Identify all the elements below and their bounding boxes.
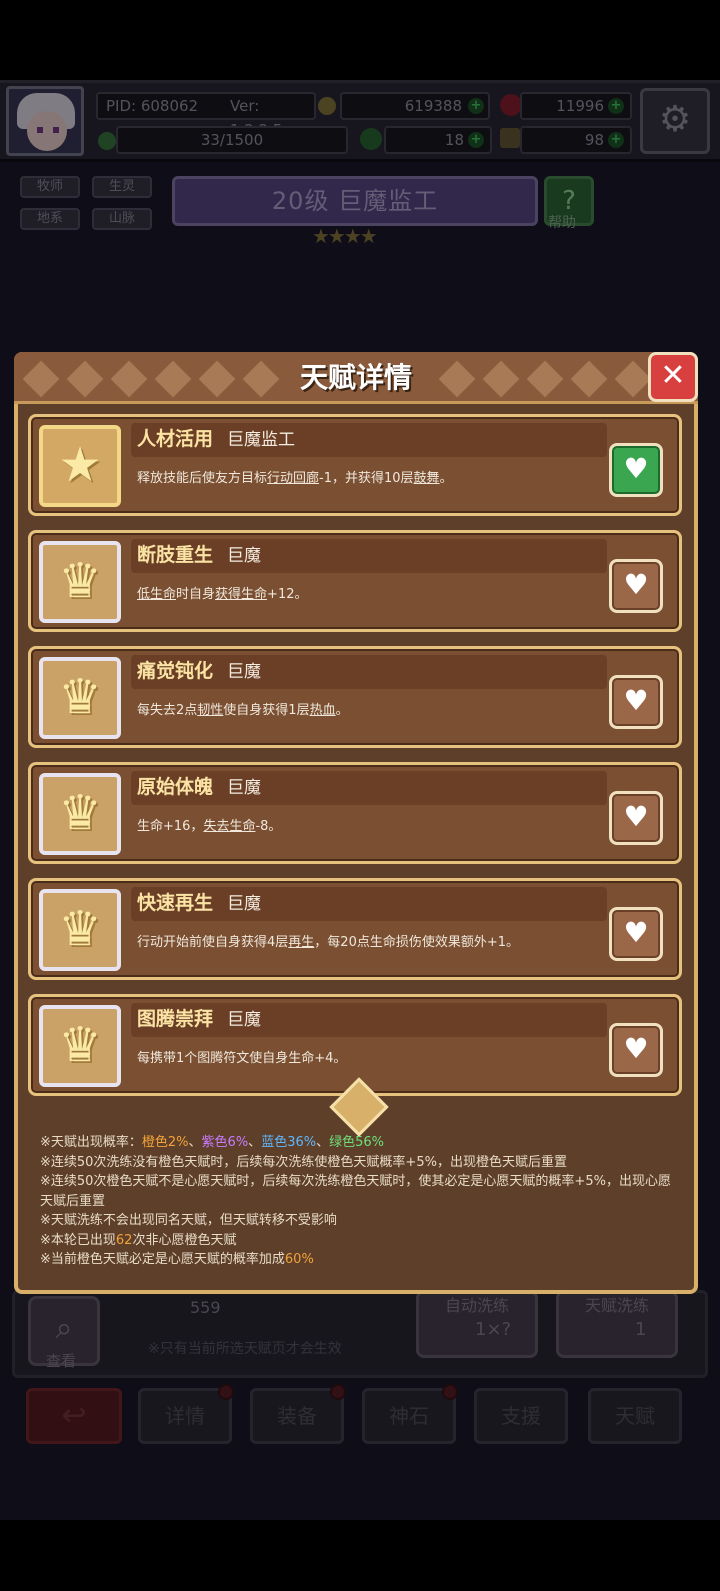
favorite-heart-icon[interactable]: ♥: [609, 675, 663, 729]
talent-name: 人材活用: [137, 428, 214, 450]
talent-icon: ♛: [39, 657, 121, 739]
talent-icon: ♛: [39, 889, 121, 971]
talent-name: 快速再生: [137, 892, 214, 914]
info-line: ※当前橙色天赋必定是心愿天赋的概率加成60%: [40, 1250, 680, 1270]
favorite-heart-icon[interactable]: ♥: [609, 559, 663, 613]
talent-description: 每携带1个图腾符文使自身生命+4。: [137, 1049, 607, 1069]
keyword-link[interactable]: 低生命: [137, 587, 176, 602]
desc-text: 。: [335, 703, 349, 718]
keyword-link[interactable]: 再生: [288, 935, 314, 950]
desc-text: 每失去2点: [137, 703, 198, 718]
crown-badge-icon: ♛: [58, 669, 102, 725]
info-line: ※天赋出现概率：橙色2%、紫色6%、蓝色36%、绿色56%: [40, 1133, 680, 1153]
talent-description: 低生命时自身获得生命+12。: [137, 585, 607, 605]
probability-info: ※天赋出现概率：橙色2%、紫色6%、蓝色36%、绿色56% ※连续50次洗练没有…: [40, 1133, 680, 1270]
info-text: 、: [248, 1135, 262, 1150]
desc-text: 行动开始前使自身获得4层: [137, 935, 289, 950]
talent-type: 巨魔: [227, 546, 261, 566]
green-rate: 绿色56%: [329, 1135, 385, 1150]
talent-name: 原始体魄: [137, 776, 214, 798]
crown-badge-icon: ♛: [58, 785, 102, 841]
talent-description: 生命+16，失去生命-8。: [137, 817, 607, 837]
wish-bonus: 60%: [284, 1252, 314, 1267]
desc-text: 生命+16，: [137, 819, 204, 834]
favorite-heart-icon[interactable]: ♥: [609, 791, 663, 845]
close-x-icon[interactable]: ✕: [648, 352, 698, 402]
crown-badge-icon: ♛: [58, 553, 102, 609]
orange-rate: 橙色2%: [141, 1135, 189, 1150]
modal-title: 天赋详情: [299, 361, 412, 394]
talent-type: 巨魔监工: [227, 430, 295, 450]
info-line: ※连续50次洗练没有橙色天赋时，后续每次洗练使橙色天赋概率+5%，出现橙色天赋后…: [40, 1154, 567, 1170]
info-text: ※当前橙色天赋必定是心愿天赋的概率加成: [40, 1252, 285, 1267]
desc-text: -8。: [255, 819, 282, 834]
keyword-link[interactable]: 获得生命: [215, 587, 267, 602]
info-text: 、: [188, 1135, 202, 1150]
talent-card[interactable]: ♛ 断肢重生 巨魔 低生命时自身获得生命+12。 ♥: [28, 530, 682, 632]
keyword-link[interactable]: 韧性: [197, 703, 223, 718]
screen: PID: 608062 Ver: 1.2.2.5 619388 + 11996 …: [0, 0, 720, 1591]
talent-icon: ♛: [39, 773, 121, 855]
desc-text: -1，并获得10层: [319, 471, 414, 486]
keyword-link[interactable]: 失去生命: [203, 819, 255, 834]
talent-description: 每失去2点韧性使自身获得1层热血。: [137, 701, 607, 721]
talent-description: 释放技能后使友方目标行动回廊-1，并获得10层鼓舞。: [137, 469, 607, 489]
desc-text: 使自身获得1层: [223, 703, 310, 718]
talent-description: 行动开始前使自身获得4层再生，每20点生命损伤使效果额外+1。: [137, 933, 607, 953]
info-text: ※本轮已出现: [40, 1232, 116, 1248]
desc-text: 。: [439, 471, 453, 486]
keyword-link[interactable]: 鼓舞: [414, 471, 440, 486]
talent-type: 巨魔: [227, 662, 261, 682]
desc-text: 每携带1个图腾符文使自身生命+4。: [137, 1051, 347, 1066]
keyword-link[interactable]: 热血: [310, 703, 336, 718]
crown-badge-icon: ♛: [58, 1017, 102, 1073]
talent-type: 巨魔: [227, 778, 261, 798]
talent-card[interactable]: ♛ 痛觉钝化 巨魔 每失去2点韧性使自身获得1层热血。 ♥: [28, 646, 682, 748]
talent-icon: ★: [39, 425, 121, 507]
desc-text: 释放技能后使友方目标: [137, 471, 268, 486]
favorite-heart-icon[interactable]: ♥: [609, 907, 663, 961]
talent-name: 图腾崇拜: [137, 1008, 214, 1030]
info-text: 次非心愿橙色天赋: [132, 1232, 237, 1248]
info-text: ※天赋出现概率：: [40, 1135, 142, 1150]
info-line: ※天赋洗练不会出现同名天赋，但天赋转移不受影响: [40, 1213, 337, 1228]
favorite-heart-icon[interactable]: ♥: [609, 1023, 663, 1077]
desc-text: 时自身: [176, 587, 216, 602]
talent-type: 巨魔: [227, 1010, 261, 1030]
talent-card[interactable]: ★ 人材活用 巨魔监工 释放技能后使友方目标行动回廊-1，并获得10层鼓舞。 ♥: [28, 414, 682, 516]
info-text: 、: [316, 1135, 330, 1150]
non-wish-count: 62: [115, 1232, 133, 1248]
talent-type: 巨魔: [227, 894, 261, 914]
desc-text: ，每20点生命损伤使效果额外+1。: [314, 935, 520, 950]
keyword-link[interactable]: 行动回廊: [267, 471, 319, 486]
talent-icon: ♛: [39, 541, 121, 623]
desc-text: +12。: [267, 587, 308, 602]
purple-rate: 紫色6%: [201, 1135, 249, 1150]
talent-icon: ♛: [39, 1005, 121, 1087]
info-line: ※连续50次橙色天赋不是心愿天赋时，后续每次洗练橙色天赋时，使其必定是心愿天赋的…: [40, 1174, 671, 1209]
talent-card[interactable]: ♛ 快速再生 巨魔 行动开始前使自身获得4层再生，每20点生命损伤使效果额外+1…: [28, 878, 682, 980]
talent-card[interactable]: ♛ 原始体魄 巨魔 生命+16，失去生命-8。 ♥: [28, 762, 682, 864]
info-line: ※本轮已出现62次非心愿橙色天赋: [40, 1231, 680, 1251]
talent-name: 痛觉钝化: [137, 660, 214, 682]
star-badge-icon: ★: [58, 437, 102, 493]
blue-rate: 蓝色36%: [261, 1135, 317, 1150]
crown-badge-icon: ♛: [58, 901, 102, 957]
talent-name: 断肢重生: [137, 544, 214, 566]
favorite-heart-icon[interactable]: ♥: [609, 443, 663, 497]
